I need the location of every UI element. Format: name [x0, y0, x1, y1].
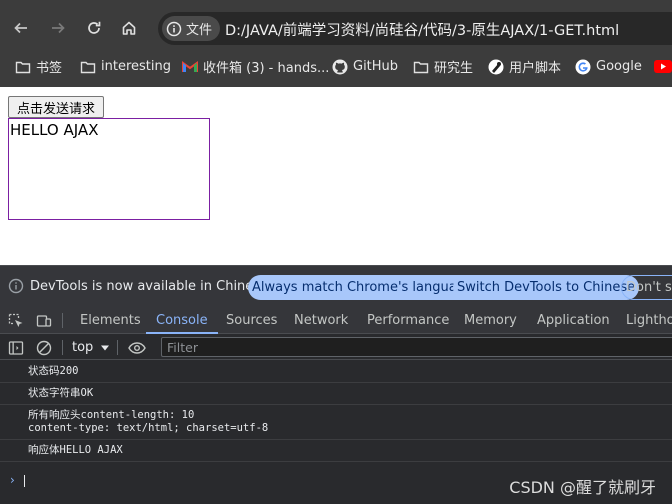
- github-icon: [332, 59, 348, 74]
- bookmark-label: 用户脚本: [509, 61, 562, 76]
- inspect-icon: [8, 313, 23, 327]
- tabbar-divider: [62, 313, 63, 328]
- site-chip-label: 文件: [186, 23, 213, 38]
- send-request-button[interactable]: 点击发送请求: [8, 96, 104, 118]
- tab-performance[interactable]: Performance: [367, 307, 449, 334]
- context-label: top: [72, 340, 94, 355]
- eye-icon: [128, 342, 146, 354]
- dropdown-arrow-icon: [101, 345, 110, 350]
- reload-icon: [88, 21, 101, 34]
- forward-button[interactable]: [45, 15, 71, 41]
- console-message: 状态码200: [0, 361, 672, 383]
- folder-icon: [15, 61, 31, 73]
- clear-icon: [36, 340, 52, 356]
- console-message: 响应体HELLO AJAX: [0, 440, 672, 462]
- context-selector[interactable]: top: [72, 338, 110, 357]
- youtube-icon: [654, 60, 672, 73]
- address-bar[interactable]: 文件 D:/JAVA/前端学习资料/尚硅谷/代码/3-原生AJAX/1-GET.…: [158, 12, 672, 45]
- info-icon: [166, 21, 182, 36]
- bookmark-label: 书签: [36, 61, 63, 76]
- console-message: 状态字符串OK: [0, 383, 672, 405]
- tab-sources[interactable]: Sources: [226, 307, 277, 334]
- browser-toolbar: 文件 D:/JAVA/前端学习资料/尚硅谷/代码/3-原生AJAX/1-GET.…: [0, 0, 672, 87]
- device-toggle-icon: [36, 315, 52, 327]
- arrow-right-icon: [52, 22, 65, 34]
- sidebar-icon: [8, 341, 24, 355]
- toolbar-divider: [117, 340, 118, 355]
- bookmark-gmail[interactable]: 收件箱 (3) - hands...: [182, 53, 329, 80]
- bookmark-google[interactable]: Google: [575, 53, 642, 80]
- result-text: HELLO AJAX: [10, 121, 99, 139]
- gmail-icon: [182, 60, 198, 72]
- bookmarks-bar: 书签 interesting 收件箱 (3) - hands... GitHub…: [0, 53, 672, 80]
- console-message: 所有响应头content-length: 10 content-type: te…: [0, 405, 672, 440]
- infobar-message: DevTools is now available in Chinese!: [30, 279, 274, 294]
- reload-button[interactable]: [81, 15, 107, 41]
- arrow-left-icon: [14, 22, 27, 34]
- toggle-sidebar-button[interactable]: [6, 338, 26, 358]
- result-box: HELLO AJAX: [8, 118, 210, 220]
- userscript-icon: [488, 59, 504, 74]
- google-icon: [575, 59, 591, 74]
- folder-icon: [80, 61, 96, 73]
- device-toolbar-button[interactable]: [34, 311, 54, 331]
- back-button[interactable]: [8, 15, 34, 41]
- console-filter-input[interactable]: [161, 337, 672, 357]
- toolbar-divider: [62, 340, 63, 355]
- console-toolbar: top: [0, 335, 672, 360]
- bookmark-yanjiusheng[interactable]: 研究生: [413, 53, 473, 80]
- bookmark-youtube[interactable]: [654, 53, 672, 80]
- clear-console-button[interactable]: [34, 338, 54, 358]
- tab-application[interactable]: Application: [537, 307, 610, 334]
- site-info-chip[interactable]: 文件: [162, 16, 221, 41]
- info-icon: [8, 278, 24, 294]
- bookmark-github[interactable]: GitHub: [332, 53, 398, 80]
- bookmark-label: 研究生: [434, 61, 474, 76]
- console-messages: 状态码200 状态字符串OK 所有响应头content-length: 10 c…: [0, 361, 672, 462]
- csdn-watermark: CSDN @醒了就刷牙: [509, 478, 656, 497]
- home-icon: [122, 21, 136, 35]
- match-language-button[interactable]: Always match Chrome's language: [248, 275, 477, 300]
- folder-icon: [413, 61, 429, 73]
- tab-elements[interactable]: Elements: [80, 307, 141, 334]
- tab-network[interactable]: Network: [294, 307, 348, 334]
- bookmark-label: Google: [596, 59, 642, 74]
- devtools-tabbar: Elements Console Sources Network Perform…: [0, 307, 672, 334]
- devtools-panel: DevTools is now available in Chinese! Al…: [0, 265, 672, 504]
- inspect-element-button[interactable]: [6, 311, 26, 331]
- language-infobar: DevTools is now available in Chinese! Al…: [0, 265, 672, 307]
- live-expression-button[interactable]: [127, 338, 147, 358]
- switch-to-chinese-button[interactable]: Switch DevTools to Chinese: [453, 275, 640, 300]
- home-button[interactable]: [116, 15, 142, 41]
- bookmark-shuqian[interactable]: 书签: [15, 53, 62, 80]
- tab-console-label: Console: [156, 313, 208, 328]
- bookmark-interesting[interactable]: interesting: [80, 53, 171, 80]
- page-viewport: 点击发送请求 HELLO AJAX: [0, 87, 672, 265]
- bookmark-label: 收件箱 (3) - hands...: [203, 61, 330, 76]
- tab-lighthouse[interactable]: Lighthou: [626, 307, 672, 334]
- url-text: D:/JAVA/前端学习资料/尚硅谷/代码/3-原生AJAX/1-GET.htm…: [225, 23, 620, 39]
- active-tab-indicator: [146, 332, 218, 334]
- bookmark-userscript[interactable]: 用户脚本: [488, 53, 561, 80]
- bookmark-label: interesting: [101, 59, 171, 74]
- prompt-chevron-icon: ›: [10, 473, 15, 487]
- text-caret: [24, 475, 25, 487]
- tab-console[interactable]: Console: [146, 307, 218, 334]
- bookmark-label: GitHub: [353, 59, 399, 74]
- dont-show-again-button[interactable]: Don't sh: [621, 275, 672, 300]
- tab-memory[interactable]: Memory: [464, 307, 517, 334]
